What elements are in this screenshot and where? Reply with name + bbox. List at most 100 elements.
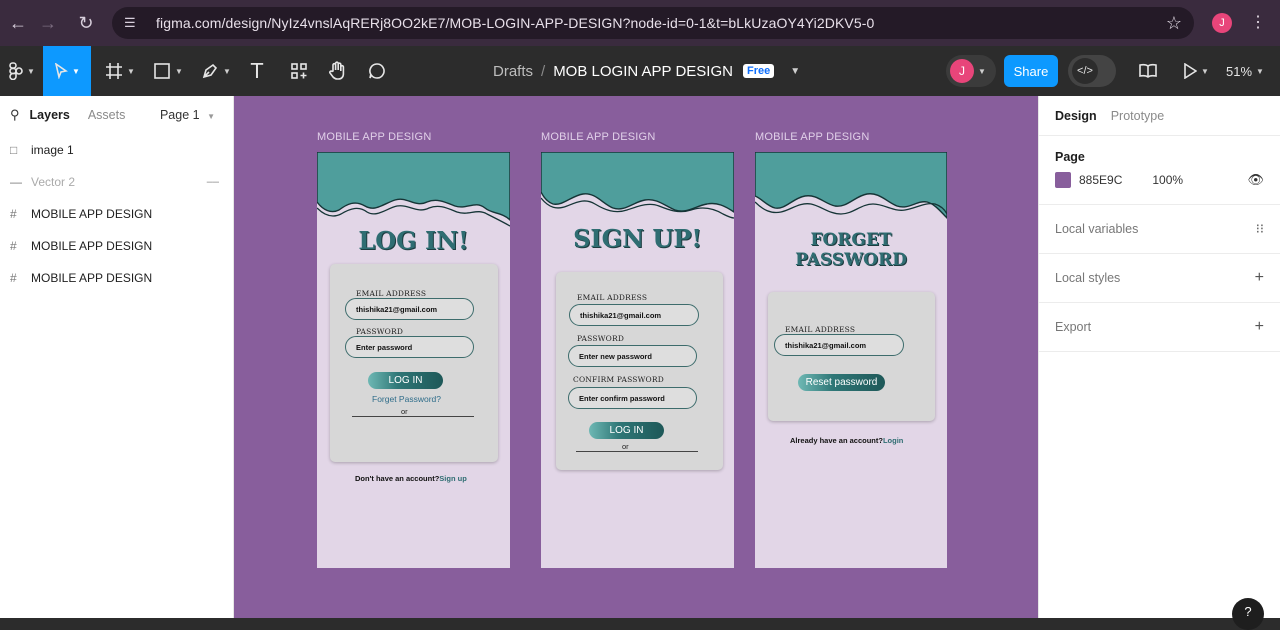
local-variables-row[interactable]: Local variables ⁝⁝ bbox=[1039, 205, 1280, 254]
plus-icon[interactable]: + bbox=[1255, 269, 1264, 287]
variables-settings-icon[interactable]: ⁝⁝ bbox=[1256, 221, 1264, 237]
breadcrumb-drafts[interactable]: Drafts bbox=[493, 63, 533, 80]
text-tool-icon[interactable]: T bbox=[244, 46, 270, 96]
login-button[interactable]: LOG IN bbox=[368, 372, 443, 389]
login-link[interactable]: Login bbox=[883, 436, 903, 445]
browser-menu-icon[interactable]: ⋮ bbox=[1250, 12, 1266, 32]
confirm-password-field[interactable]: Enter confirm password bbox=[568, 387, 697, 409]
tab-design[interactable]: Design bbox=[1055, 109, 1097, 123]
layer-name[interactable]: MOBILE APP DESIGN bbox=[31, 207, 152, 221]
frame-label[interactable]: MOBILE APP DESIGN bbox=[541, 131, 655, 143]
email-field[interactable]: thishika21@gmail.com bbox=[345, 298, 474, 320]
login-frame[interactable]: LOG IN! EMAIL ADDRESS thishika21@gmail.c… bbox=[317, 152, 510, 568]
forget-password-link[interactable]: Forget Password? bbox=[372, 394, 441, 404]
page-selector[interactable]: Page 1 ▼ bbox=[160, 108, 215, 122]
bookmark-star-icon[interactable]: ☆ bbox=[1166, 13, 1182, 34]
eye-icon[interactable]: 👁 bbox=[1247, 172, 1264, 188]
layer-row[interactable]: # MOBILE APP DESIGN bbox=[0, 230, 233, 262]
page-color-hex[interactable]: 885E9C bbox=[1079, 173, 1122, 187]
browser-profile-avatar[interactable]: J bbox=[1212, 13, 1232, 33]
site-settings-icon[interactable]: ☰ bbox=[124, 15, 148, 31]
layers-panel: ⚲ Layers Assets Page 1 ▼ □ image 1 — Vec… bbox=[0, 96, 234, 618]
comment-tool-button[interactable] bbox=[364, 46, 390, 96]
design-canvas[interactable]: MOBILE APP DESIGN LOG IN! EMAIL ADDRESS … bbox=[234, 96, 1038, 618]
frame-tool-button[interactable]: ▼ bbox=[102, 46, 138, 96]
rectangle-icon bbox=[154, 63, 170, 79]
right-panel-tabs: Design Prototype bbox=[1039, 96, 1280, 136]
layer-name[interactable]: MOBILE APP DESIGN bbox=[31, 271, 152, 285]
file-name[interactable]: MOB LOGIN APP DESIGN bbox=[553, 63, 733, 80]
tab-assets[interactable]: Assets bbox=[88, 108, 126, 122]
chevron-down-icon: ▼ bbox=[223, 66, 231, 76]
pen-icon bbox=[202, 63, 218, 79]
address-bar[interactable]: ☰ figma.com/design/NyIz4vnslAqRERj8OO2kE… bbox=[112, 7, 1194, 39]
book-icon bbox=[1139, 63, 1157, 78]
chevron-down-icon: ▼ bbox=[978, 66, 986, 76]
share-button[interactable]: Share bbox=[1004, 55, 1058, 87]
reset-password-button[interactable]: Reset password bbox=[798, 374, 885, 391]
tab-prototype[interactable]: Prototype bbox=[1111, 109, 1165, 123]
help-button[interactable]: ? bbox=[1232, 598, 1264, 630]
avatar[interactable]: J bbox=[950, 59, 974, 83]
local-styles-row[interactable]: Local styles + bbox=[1039, 254, 1280, 303]
chevron-down-icon: ▼ bbox=[175, 66, 183, 76]
resources-tool-button[interactable] bbox=[286, 46, 312, 96]
layer-name[interactable]: Vector 2 bbox=[31, 175, 75, 189]
export-row[interactable]: Export + bbox=[1039, 303, 1280, 352]
tab-layers[interactable]: Layers bbox=[30, 108, 70, 122]
hand-tool-button[interactable] bbox=[324, 46, 350, 96]
signup-prompt: Don't have an account?Sign up bbox=[355, 474, 467, 483]
page-selector-label[interactable]: Page 1 bbox=[160, 108, 200, 122]
color-swatch[interactable] bbox=[1055, 172, 1071, 188]
url-text[interactable]: figma.com/design/NyIz4vnslAqRERj8OO2kE7/… bbox=[156, 15, 874, 31]
export-label[interactable]: Export bbox=[1055, 320, 1091, 334]
page-color-opacity[interactable]: 100% bbox=[1152, 173, 1183, 187]
forget-password-frame[interactable]: FORGET PASSWORD EMAIL ADDRESS thishika21… bbox=[755, 152, 947, 568]
vector-icon: — bbox=[10, 175, 22, 189]
login-button[interactable]: LOG IN bbox=[589, 422, 664, 439]
email-field[interactable]: thishika21@gmail.com bbox=[774, 334, 904, 356]
email-field[interactable]: thishika21@gmail.com bbox=[569, 304, 699, 326]
frame-label[interactable]: MOBILE APP DESIGN bbox=[317, 131, 431, 143]
email-label: EMAIL ADDRESS bbox=[785, 325, 856, 334]
search-icon[interactable]: ⚲ bbox=[10, 107, 20, 123]
zoom-control[interactable]: 51% ▼ bbox=[1226, 46, 1264, 96]
layer-name[interactable]: image 1 bbox=[31, 143, 74, 157]
frame-label[interactable]: MOBILE APP DESIGN bbox=[755, 131, 869, 143]
signup-link[interactable]: Sign up bbox=[439, 474, 467, 483]
new-password-field[interactable]: Enter new password bbox=[568, 345, 697, 367]
forward-icon[interactable]: → bbox=[30, 5, 66, 41]
email-label: EMAIL ADDRESS bbox=[356, 289, 427, 298]
shape-tool-button[interactable]: ▼ bbox=[150, 46, 186, 96]
chevron-down-icon: ▼ bbox=[207, 112, 215, 121]
layer-row[interactable]: # MOBILE APP DESIGN bbox=[0, 198, 233, 230]
plus-icon[interactable]: + bbox=[1255, 318, 1264, 336]
move-tool-button[interactable]: ▼ bbox=[43, 46, 91, 96]
present-button[interactable]: ▼ bbox=[1178, 46, 1214, 96]
properties-panel: Design Prototype Page 885E9C 100% 👁 Loca… bbox=[1038, 96, 1280, 618]
confirm-password-label: CONFIRM PASSWORD bbox=[573, 375, 664, 384]
chevron-down-icon[interactable]: ▼ bbox=[790, 66, 800, 77]
main-menu-button[interactable]: ▼ bbox=[4, 46, 40, 96]
local-styles-label[interactable]: Local styles bbox=[1055, 271, 1120, 285]
layer-list: □ image 1 — Vector 2 ‒‒ # MOBILE APP DES… bbox=[0, 134, 233, 294]
layer-row[interactable]: # MOBILE APP DESIGN bbox=[0, 262, 233, 294]
library-button[interactable] bbox=[1134, 46, 1162, 96]
pen-tool-button[interactable]: ▼ bbox=[198, 46, 234, 96]
dev-mode-toggle[interactable]: </> bbox=[1068, 55, 1116, 87]
page-fill-row[interactable]: 885E9C 100% 👁 bbox=[1039, 172, 1280, 204]
wave-decoration bbox=[317, 152, 510, 227]
password-field[interactable]: Enter password bbox=[345, 336, 474, 358]
zoom-level[interactable]: 51% bbox=[1226, 64, 1252, 79]
local-variables-label[interactable]: Local variables bbox=[1055, 222, 1138, 236]
eye-closed-icon[interactable]: ‒‒ bbox=[207, 176, 219, 188]
frame-icon: # bbox=[10, 239, 17, 253]
signup-frame[interactable]: SIGN UP! EMAIL ADDRESS thishika21@gmail.… bbox=[541, 152, 734, 568]
screen-title: FORGET PASSWORD bbox=[795, 230, 907, 270]
layer-row[interactable]: — Vector 2 ‒‒ bbox=[0, 166, 233, 198]
multiplayer-avatars[interactable]: J ▼ bbox=[946, 55, 996, 87]
layer-row[interactable]: □ image 1 bbox=[0, 134, 233, 166]
reload-icon[interactable]: ↻ bbox=[68, 5, 104, 41]
plan-badge[interactable]: Free bbox=[742, 64, 775, 78]
layer-name[interactable]: MOBILE APP DESIGN bbox=[31, 239, 152, 253]
